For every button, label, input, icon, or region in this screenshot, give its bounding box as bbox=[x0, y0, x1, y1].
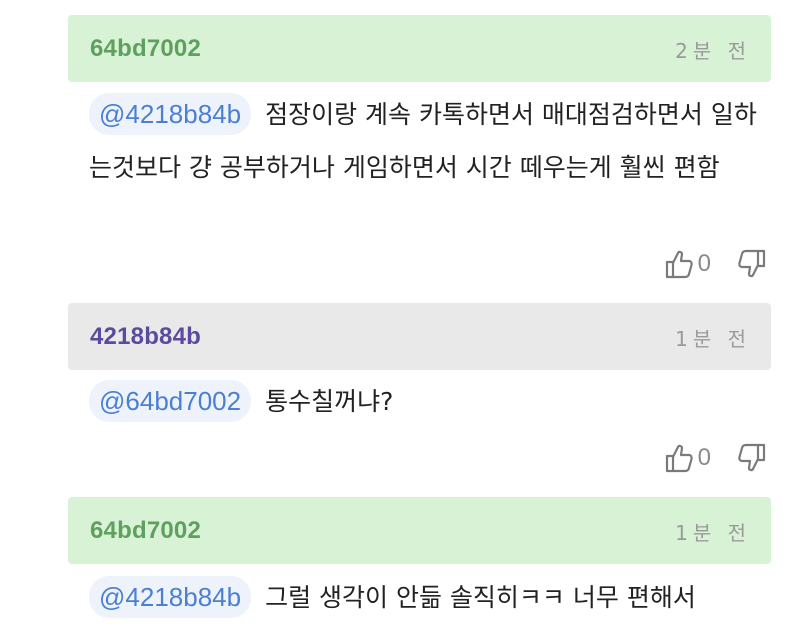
comment-text: 통수칠꺼냐? bbox=[265, 387, 394, 416]
like-count: 0 bbox=[697, 250, 711, 277]
comment-header: 64bd7002 1분 전 bbox=[68, 497, 771, 564]
comment-header: 64bd7002 2분 전 bbox=[68, 15, 771, 82]
comment-body: @64bd7002 통수칠꺼냐? bbox=[89, 375, 769, 428]
mention-tag[interactable]: @4218b84b bbox=[89, 93, 252, 135]
comment-actions: 0 bbox=[664, 441, 767, 475]
thumbs-up-icon bbox=[665, 250, 693, 279]
dislike-button[interactable] bbox=[737, 442, 767, 474]
thumbs-down-icon bbox=[738, 249, 766, 278]
like-button[interactable]: 0 bbox=[664, 442, 737, 474]
comment-body: @4218b84b 점장이랑 계속 카톡하면서 매대점검하면서 일하는것보다 걍 … bbox=[89, 88, 769, 194]
like-count: 0 bbox=[697, 444, 711, 471]
comment-time: 2분 전 bbox=[675, 39, 751, 63]
comment-author[interactable]: 64bd7002 bbox=[90, 35, 201, 63]
mention-tag[interactable]: @64bd7002 bbox=[89, 380, 252, 422]
comment-time: 1분 전 bbox=[675, 327, 751, 351]
comment-author[interactable]: 4218b84b bbox=[90, 323, 201, 351]
comment-time: 1분 전 bbox=[675, 521, 751, 545]
thumbs-down-icon bbox=[738, 443, 766, 472]
like-button[interactable]: 0 bbox=[664, 248, 737, 280]
comment-author[interactable]: 64bd7002 bbox=[90, 517, 201, 545]
comment-text: 그럴 생각이 안듦 솔직히ㅋㅋ 너무 편해서 bbox=[265, 583, 696, 612]
thumbs-up-icon bbox=[665, 444, 693, 473]
comment-header: 4218b84b 1분 전 bbox=[68, 303, 771, 370]
dislike-button[interactable] bbox=[737, 248, 767, 280]
comment-body: @4218b84b 그럴 생각이 안듦 솔직히ㅋㅋ 너무 편해서 bbox=[89, 571, 769, 624]
mention-tag[interactable]: @4218b84b bbox=[89, 576, 252, 618]
comment-actions: 0 bbox=[664, 247, 767, 281]
